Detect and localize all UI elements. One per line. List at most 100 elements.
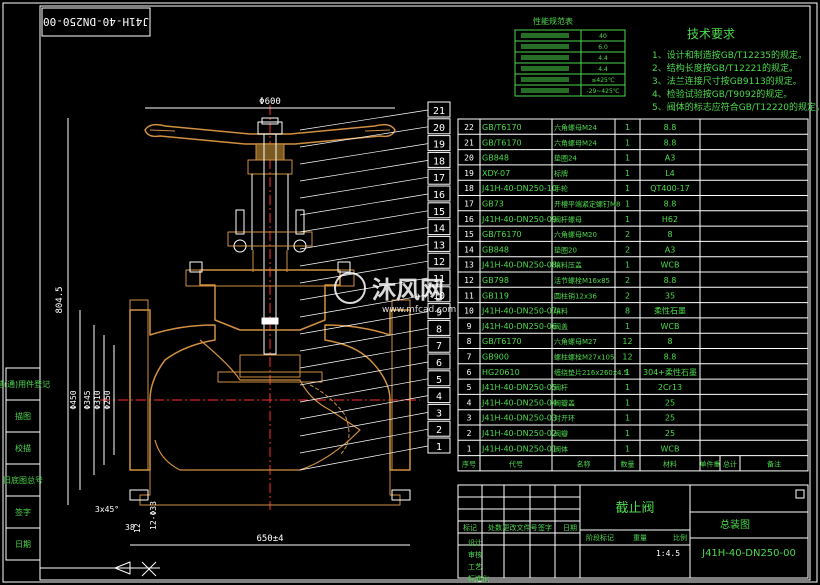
bom-cell-code: J41H-40-DN250-03 [481,414,557,423]
dim-handwheel: Φ600 [259,97,281,107]
bom-cell-mat: WCB [661,261,680,270]
dim-d4: Φ250 [103,390,112,409]
balloon-number: 17 [433,173,445,184]
inlet-flange [129,299,149,471]
balloon-number: 13 [433,240,445,251]
perf-table-value: 6.0 [598,44,608,51]
bom-header-cell: 名称 [577,460,591,469]
perf-table-value: 40 [599,33,607,40]
perf-table-value: ≤425℃ [591,77,614,84]
technical-requirements: 技术要求 1、设计和制造按GB/T12235的规定。2、结构长度按GB/T1222… [652,27,820,113]
bom-cell-qty: 8 [625,307,630,316]
leader-line [299,143,429,165]
bom-cell-mat: 25 [665,414,675,423]
bom-cell-no: 8 [467,337,472,346]
bom-cell-name: 阀瓣盖 [554,398,575,407]
tech-req-item: 2、结构长度按GB/T12221的规定。 [652,62,798,74]
bom-cell-mat: L4 [665,169,675,178]
bom-cell-qty: 12 [622,337,632,346]
bom-cell-mat: QT400-17 [650,184,690,193]
bom-cell-no: 12 [464,276,474,285]
perf-table-label-glyph [521,55,569,60]
part-name: 截止阀 [615,501,654,516]
bom-cell-code: J41H-40-DN250-02 [481,429,557,438]
bom-cell-qty: 1 [625,169,630,178]
tech-req-item: 5、阀体的标志应符合GB/T12220的规定。 [652,101,820,113]
bom-cell-name: 阀盖 [554,322,568,331]
bom-cell-code: GB900 [482,353,509,362]
revision-header: 处数 [488,523,502,532]
left-strip-label: 签字 [15,507,31,517]
leader-line [299,210,429,233]
bom-cell-qty: 2 [625,291,630,300]
bom-cell-qty: 1 [625,215,630,224]
bom-cell-name: 六角螺母M24 [554,138,597,147]
balloon-number: 19 [433,140,445,151]
bom-cell-qty: 1 [625,444,630,453]
bom-cell-code: GB848 [482,245,509,254]
bom-cell-code: J41H-40-DN250-04 [481,398,557,407]
bom-cell-no: 2 [467,429,472,438]
bom-cell-qty: 2 [625,245,630,254]
left-strip: 借(通)用件登记描图校描旧底图总号签字日期 [0,367,50,561]
bom-cell-code: J41H-40-DN250-06 [481,322,557,331]
bom-cell-name: 活节螺栓M16x85 [554,276,610,285]
bom-header-cell: 代号 [509,460,523,469]
title-block: 截止阀总装图 J41H-40-DN250-00 1:4.5 阶段标记 重量 比例 标记 处数更… [457,484,809,583]
left-strip-label: 校描 [15,443,31,453]
bom-cell-no: 17 [464,200,474,209]
balloon-number: 8 [436,324,442,335]
leader-line [299,176,429,199]
bom-cell-mat: 柔性石墨 [654,306,686,316]
watermark: 沐风网 www.mfcad.com [334,272,456,315]
bom-cell-mat: 8.8 [664,353,677,362]
bom-cell-code: GB/T6170 [482,230,522,239]
perf-table-label-glyph [521,33,569,38]
bom-cell-mat: WCB [661,444,680,453]
bom-cell-qty: 1 [625,123,630,132]
bom-cell-no: 14 [464,245,474,254]
bom-cell-name: 阀体 [554,444,568,453]
bom-cell-no: 16 [464,215,474,224]
perf-table-value: 4.4 [598,66,608,73]
bom-cell-name: 开槽平端紧定螺钉M8 [554,200,621,209]
bom-cell-no: 5 [467,383,472,392]
revision-header: 签字 [538,523,552,532]
bom-cell-name: 圆柱销12x36 [554,291,598,300]
bom-cell-code: J41H-40-DN250-07 [481,307,557,316]
bom-cell-qty: 1 [625,368,630,377]
stem-collar [261,317,279,325]
signature-label: 设计 [468,538,482,547]
bom-header-cell: 单件重 [700,460,721,469]
bom-cell-name: 标牌 [554,169,568,178]
valve-section-view: Φ600 804.5 Φ450 Φ345 Φ310 Φ250 650±4 3x4… [40,97,420,577]
dim-rf: 12 [133,523,142,533]
bom-cell-code: GB848 [482,154,509,163]
signature-label: 工艺 [468,563,482,571]
bom-cell-mat: 2Cr13 [658,383,682,392]
gland-bolt-right [295,209,305,235]
balloon-number: 2 [436,425,442,436]
leader-line [299,244,429,267]
gland-bolt-left [235,209,245,235]
bom-header-cell: 备注 [767,460,781,469]
bom-cell-no: 13 [464,261,474,270]
drawing-code-rotated: J41H-40-DN250-00 [43,15,149,28]
bom-cell-mat: 8.8 [664,138,677,147]
bom-cell-name: 六角螺母M27 [554,337,597,346]
bom-cell-code: HG20610 [482,368,520,377]
balloon-number: 5 [436,375,442,386]
balloon-number: 18 [433,156,445,167]
tech-req-item: 3、法兰连接尺寸按GB9113的规定。 [652,75,802,87]
bom-cell-qty: 1 [625,154,630,163]
bom-cell-code: J41H-40-DN250-10 [481,184,557,193]
leader-line [299,395,429,420]
body-internal-wall [154,339,361,471]
balloon-number: 6 [436,358,442,369]
bom-cell-code: J41H-40-DN250-01 [481,444,557,453]
dim-d3: Φ310 [93,390,102,409]
bom-cell-name: 手轮 [554,184,568,193]
cad-drawing-canvas[interactable]: J41H-40-DN250-00 借(通)用件登记 描图 校描 旧底图总号 签字 日期 性… [0,0,820,585]
bom-cell-no: 19 [464,169,474,178]
dim-d2: Φ345 [83,390,92,409]
